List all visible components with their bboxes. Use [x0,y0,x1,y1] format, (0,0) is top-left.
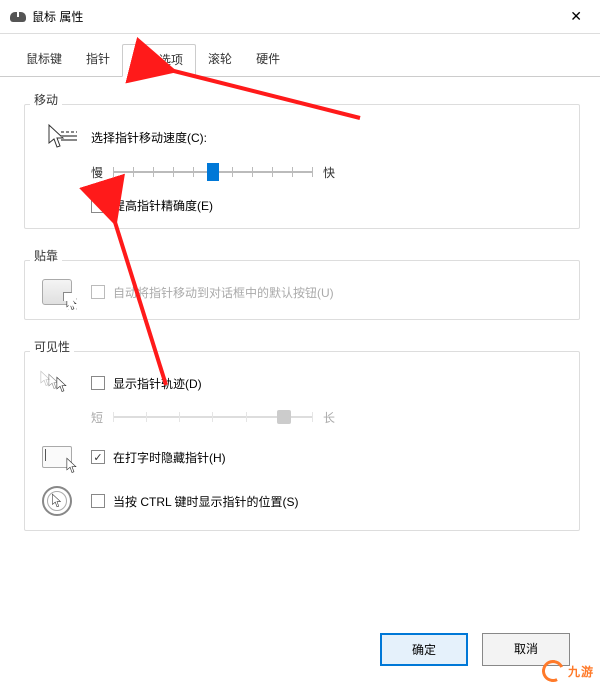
mouse-icon [10,12,26,22]
group-motion: 移动 选择指针移动速度(C): 慢 快 [24,91,580,229]
group-visibility-label: 可见性 [30,338,74,355]
pointer-trails-icon [39,370,75,396]
hide-typing-label: 在打字时隐藏指针(H) [113,449,226,466]
ctrl-locate-label: 当按 CTRL 键时显示指针的位置(S) [113,493,299,510]
enhance-precision-label: 提高指针精确度(E) [113,197,213,214]
tab-hardware[interactable]: 硬件 [244,44,292,76]
speed-slow-label: 慢 [91,164,103,181]
pointer-trails-slider [113,406,313,428]
hide-typing-icon [42,446,72,468]
watermark-icon [539,657,567,685]
titlebar: 鼠标 属性 ✕ [0,0,600,34]
tab-pointer-options[interactable]: 指针选项 [122,44,196,77]
group-visibility: 可见性 显示指针轨迹(D) 短 [24,338,580,531]
hide-typing-checkbox[interactable] [91,450,105,464]
tab-buttons[interactable]: 鼠标键 [14,44,74,76]
watermark-text: 九游 [568,663,594,680]
group-snap-label: 贴靠 [30,247,62,264]
tab-pointers[interactable]: 指针 [74,44,122,76]
ctrl-locate-checkbox[interactable] [91,494,105,508]
pointer-speed-label: 选择指针移动速度(C): [91,129,207,146]
pointer-speed-icon [41,123,73,151]
window-title: 鼠标 属性 [32,8,83,25]
trails-long-label: 长 [323,409,335,426]
trails-short-label: 短 [91,409,103,426]
ctrl-locate-icon [42,486,72,516]
pointer-trails-label: 显示指针轨迹(D) [113,375,202,392]
pointer-speed-slider[interactable] [113,161,313,183]
close-button[interactable]: ✕ [562,6,590,27]
snap-label: 自动将指针移动到对话框中的默认按钮(U) [113,284,334,301]
tab-bar: 鼠标键 指针 指针选项 滚轮 硬件 [0,34,600,77]
snap-icon [42,279,72,305]
watermark: 九游 [542,660,594,682]
tab-wheel[interactable]: 滚轮 [196,44,244,76]
snap-checkbox[interactable] [91,285,105,299]
enhance-precision-checkbox[interactable] [91,199,105,213]
group-motion-label: 移动 [30,91,62,108]
speed-fast-label: 快 [323,164,335,181]
group-snap: 贴靠 自动将指针移动到对话框中的默认按钮(U) [24,247,580,320]
pointer-trails-checkbox[interactable] [91,376,105,390]
ok-button[interactable]: 确定 [380,633,468,666]
